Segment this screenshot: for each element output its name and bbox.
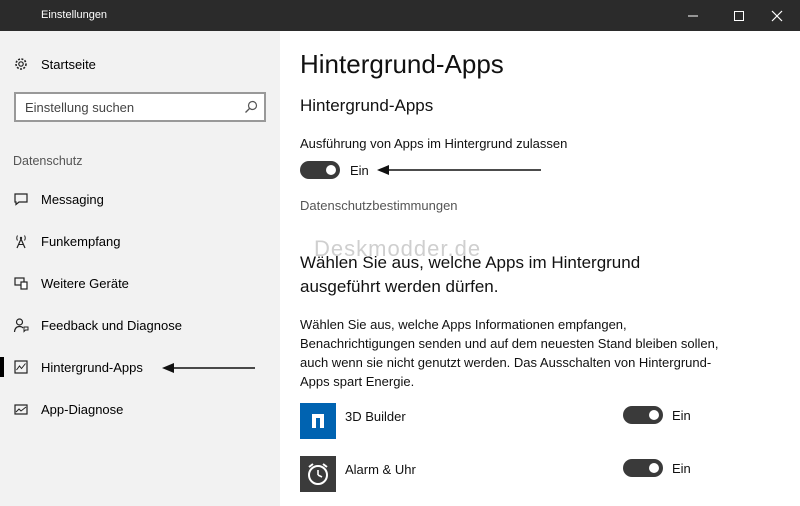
- search-input[interactable]: Einstellung suchen: [25, 100, 134, 115]
- minimize-button[interactable]: [670, 0, 716, 31]
- toggle-state-text: Ein: [672, 408, 691, 423]
- app-row-alarm-uhr: Alarm & Uhr Ein: [300, 456, 800, 496]
- diagnostics-icon: [12, 400, 30, 418]
- search-box[interactable]: Einstellung suchen: [14, 92, 266, 122]
- sidebar-item-label: Messaging: [41, 191, 104, 207]
- app-row-3d-builder: 3D Builder Ein: [300, 403, 800, 443]
- sidebar-item-funkempfang[interactable]: Funkempfang: [0, 223, 280, 259]
- app-toggle-3d-builder[interactable]: [623, 406, 663, 424]
- description-text: Wählen Sie aus, welche Apps Informatione…: [300, 317, 719, 389]
- devices-icon: [12, 274, 30, 292]
- feedback-icon: [12, 316, 30, 334]
- antenna-icon: [12, 232, 30, 250]
- annotation-arrow: [162, 363, 255, 373]
- privacy-link[interactable]: Datenschutzbestimmungen: [300, 198, 458, 213]
- sidebar: Startseite Einstellung suchen Datenschut…: [0, 31, 280, 506]
- alarm-clock-icon: [300, 456, 336, 492]
- section-label: Datenschutz: [13, 154, 83, 168]
- choose-apps-heading: Wählen Sie aus, welche Apps im Hintergru…: [300, 253, 641, 296]
- close-icon: [771, 10, 783, 21]
- close-button[interactable]: [754, 0, 800, 31]
- minimize-icon: [688, 15, 698, 16]
- title-bar: Einstellungen: [0, 0, 800, 31]
- active-indicator: [0, 357, 4, 377]
- toggle-state-text: Ein: [350, 163, 369, 178]
- message-icon: [12, 190, 30, 208]
- background-toggle-label: Ausführung von Apps im Hintergrund zulas…: [300, 136, 568, 151]
- sidebar-item-label: Startseite: [41, 56, 96, 72]
- background-apps-icon: [12, 358, 30, 376]
- sidebar-item-home[interactable]: Startseite: [0, 46, 280, 82]
- sidebar-item-messaging[interactable]: Messaging: [0, 181, 280, 217]
- app-name: 3D Builder: [345, 409, 406, 424]
- toggle-knob: [326, 165, 336, 175]
- toggle-knob: [649, 410, 659, 420]
- app-toggle-alarm-uhr[interactable]: [623, 459, 663, 477]
- toggle-state-text: Ein: [672, 461, 691, 476]
- page-title: Hintergrund-Apps: [300, 49, 504, 79]
- app-name: Alarm & Uhr: [345, 462, 416, 477]
- sidebar-item-weitere-geraete[interactable]: Weitere Geräte: [0, 265, 280, 301]
- main-content: Hintergrund-Apps Hintergrund-Apps Ausfüh…: [280, 31, 800, 506]
- sidebar-item-label: Funkempfang: [41, 233, 121, 249]
- toggle-knob: [649, 463, 659, 473]
- section-title: Hintergrund-Apps: [300, 96, 434, 115]
- sidebar-item-feedback[interactable]: Feedback und Diagnose: [0, 307, 280, 343]
- sidebar-item-label: App-Diagnose: [41, 401, 124, 417]
- sidebar-item-label: Feedback und Diagnose: [41, 317, 182, 333]
- search-icon[interactable]: [243, 99, 259, 115]
- sidebar-item-app-diagnose[interactable]: App-Diagnose: [0, 391, 280, 427]
- window-title: Einstellungen: [41, 9, 108, 21]
- maximize-icon: [734, 10, 744, 21]
- sidebar-item-label: Weitere Geräte: [41, 275, 129, 291]
- annotation-arrow: [377, 165, 541, 175]
- sidebar-item-label: Hintergrund-Apps: [41, 359, 143, 375]
- 3d-builder-icon: [300, 403, 336, 439]
- background-apps-toggle[interactable]: [300, 161, 340, 179]
- gear-icon: [12, 55, 30, 73]
